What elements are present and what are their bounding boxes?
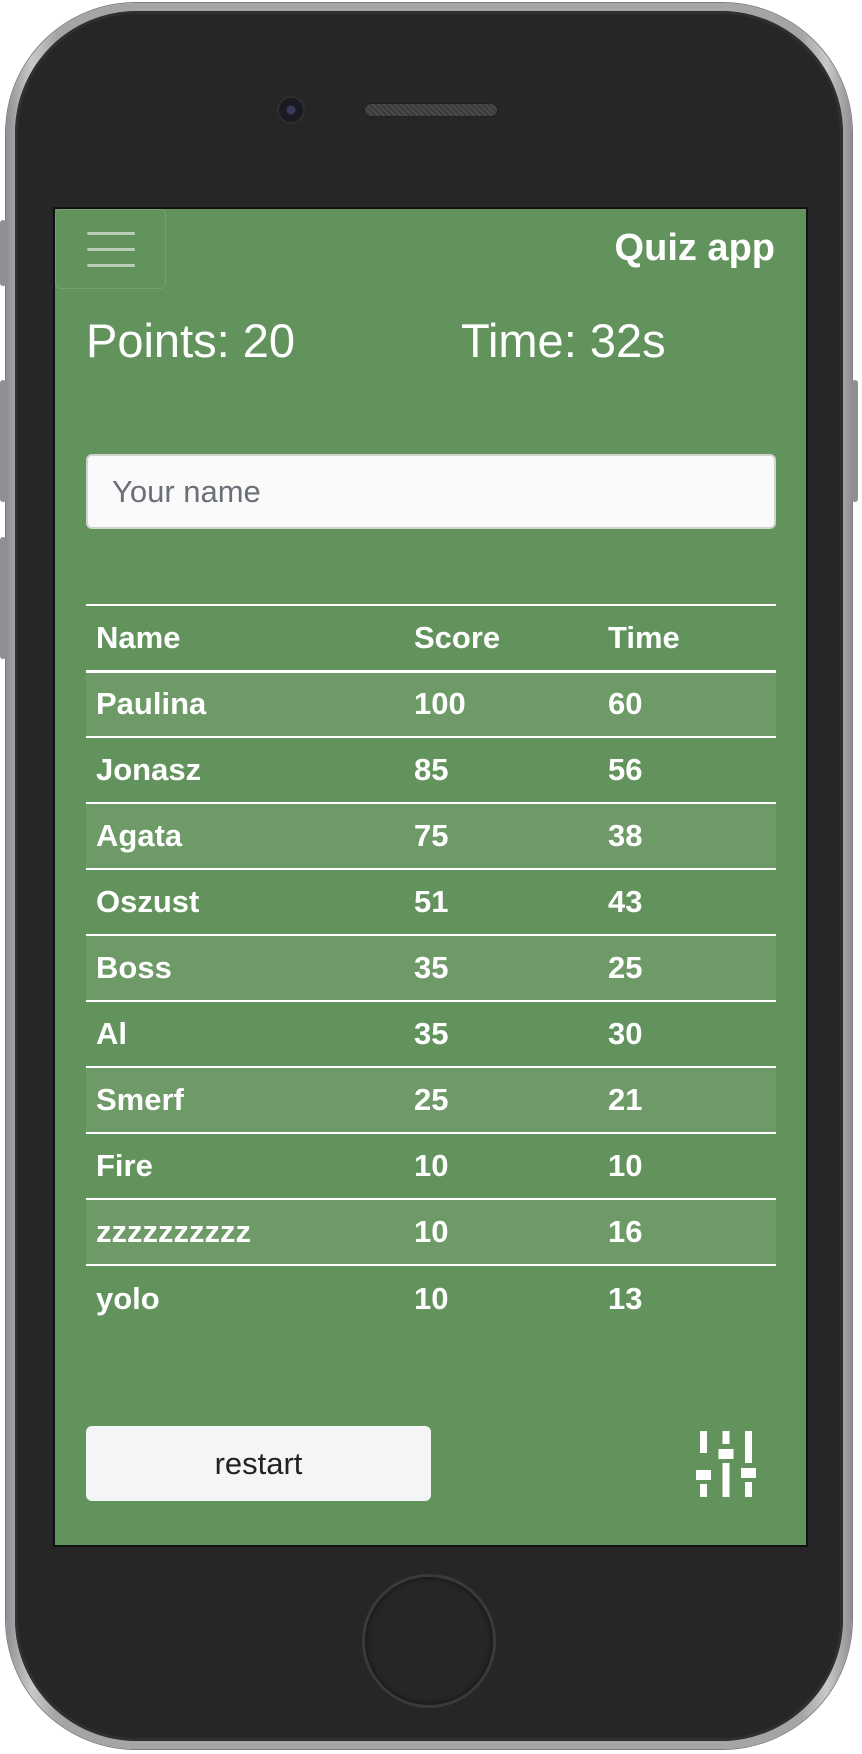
- sliders-icon[interactable]: [696, 1431, 756, 1497]
- table-row: Agata 75 38: [86, 803, 776, 869]
- hamburger-menu-icon[interactable]: [55, 209, 166, 289]
- column-header-time: Time: [608, 619, 680, 655]
- row-score: 10: [414, 1280, 449, 1316]
- row-score: 10: [414, 1148, 449, 1183]
- row-time: 25: [608, 950, 643, 985]
- row-score: 75: [414, 818, 449, 853]
- time-display: Time: 32s: [461, 314, 666, 367]
- name-input[interactable]: [86, 454, 776, 529]
- row-time: 60: [608, 686, 643, 722]
- row-name: Jonasz: [96, 752, 202, 787]
- earpiece-speaker: [364, 103, 498, 117]
- power-button: [852, 380, 858, 502]
- row-score: 100: [414, 686, 466, 722]
- row-score: 25: [414, 1082, 449, 1117]
- row-time: 16: [608, 1214, 643, 1249]
- column-header-score: Score: [414, 619, 501, 655]
- row-score: 35: [414, 950, 449, 985]
- row-time: 30: [608, 1016, 643, 1051]
- row-time: 10: [608, 1148, 643, 1183]
- row-name: Smerf: [96, 1082, 184, 1117]
- row-name: Oszust: [96, 884, 200, 919]
- restart-button[interactable]: restart: [86, 1426, 431, 1501]
- table-row: zzzzzzzzzz 10 16: [86, 1199, 776, 1265]
- row-time: 21: [608, 1082, 643, 1117]
- table-row: Paulina 100 60: [86, 671, 776, 737]
- column-header-name: Name: [96, 619, 181, 655]
- home-button[interactable]: [365, 1577, 493, 1705]
- leaderboard-table: Name Score Time Paulina 100 60 Jonasz 85…: [86, 604, 776, 1331]
- row-score: 35: [414, 1016, 449, 1051]
- row-name: zzzzzzzzzz: [96, 1214, 251, 1249]
- app-title: Quiz app: [614, 227, 775, 269]
- table-row: yolo 10 13: [86, 1265, 776, 1331]
- table-row: Jonasz 85 56: [86, 737, 776, 803]
- table-row: Oszust 51 43: [86, 869, 776, 935]
- row-time: 38: [608, 818, 643, 853]
- volume-up-button: [0, 380, 6, 502]
- mute-switch: [0, 220, 6, 286]
- row-name: yolo: [96, 1280, 160, 1316]
- points-display: Points: 20: [86, 314, 296, 367]
- row-score: 51: [414, 884, 449, 919]
- row-time: 56: [608, 752, 643, 787]
- row-name: Al: [96, 1016, 127, 1051]
- table-row: Al 35 30: [86, 1001, 776, 1067]
- row-name: Paulina: [96, 686, 207, 722]
- app-screen: Quiz app Points: 20 Time: 32s Name Score…: [55, 209, 806, 1545]
- table-row: Smerf 25 21: [86, 1067, 776, 1133]
- row-score: 10: [414, 1214, 449, 1249]
- row-name: Fire: [96, 1148, 153, 1183]
- volume-down-button: [0, 537, 6, 659]
- row-name: Agata: [96, 818, 183, 853]
- front-camera: [279, 98, 303, 122]
- row-name: Boss: [96, 950, 172, 985]
- row-time: 13: [608, 1280, 643, 1316]
- table-row: Boss 35 25: [86, 935, 776, 1001]
- row-score: 85: [414, 752, 449, 787]
- table-row: Fire 10 10: [86, 1133, 776, 1199]
- row-time: 43: [608, 884, 643, 919]
- table-header-row: Name Score Time: [86, 605, 776, 671]
